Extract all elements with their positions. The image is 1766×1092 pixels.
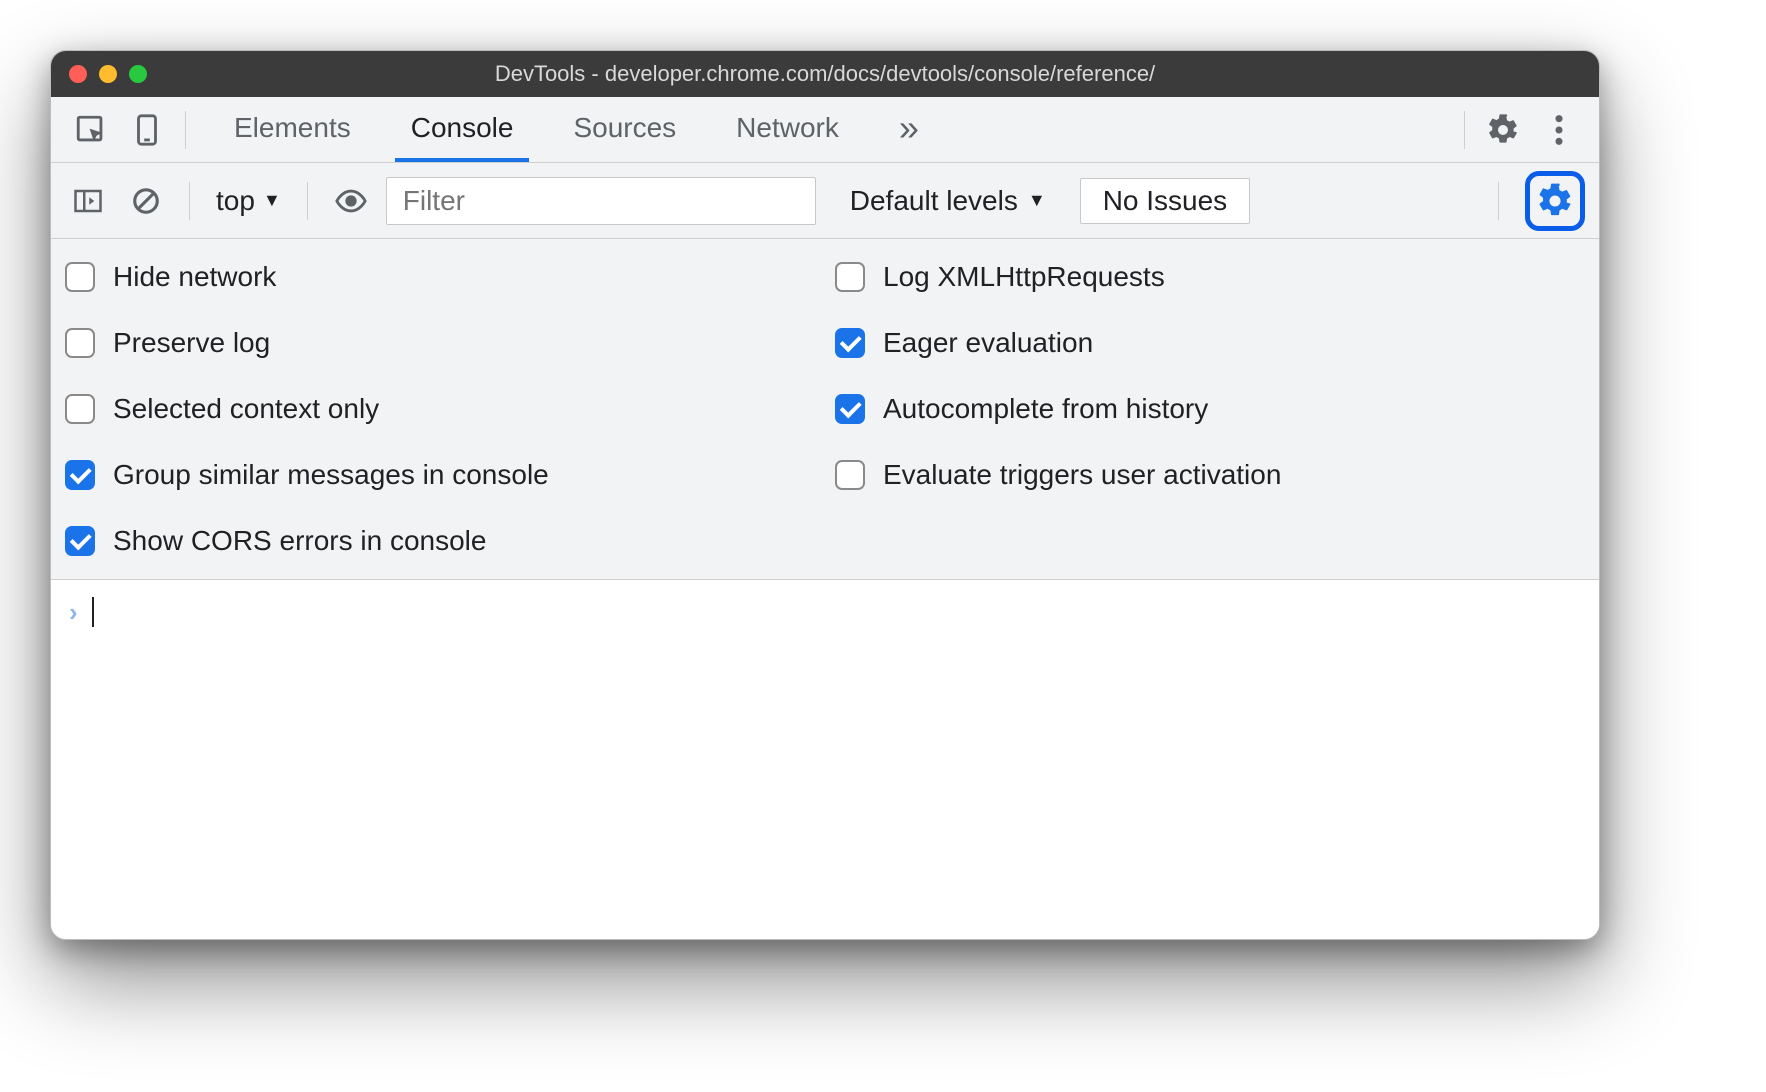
context-selector[interactable]: top ▼ — [210, 185, 287, 217]
setting-label: Group similar messages in console — [113, 459, 549, 491]
setting-show-cors[interactable]: Show CORS errors in console — [65, 525, 815, 557]
setting-label: Preserve log — [113, 327, 270, 359]
prompt-chevron-icon: › — [69, 597, 78, 628]
divider — [189, 182, 190, 220]
setting-evaluate-activation[interactable]: Evaluate triggers user activation — [835, 459, 1585, 491]
divider — [185, 111, 186, 149]
setting-log-xhr[interactable]: Log XMLHttpRequests — [835, 261, 1585, 293]
setting-preserve-log[interactable]: Preserve log — [65, 327, 815, 359]
chevron-down-icon: ▼ — [1028, 190, 1046, 211]
more-menu-icon[interactable] — [1533, 104, 1585, 156]
settings-gear-icon[interactable] — [1477, 104, 1529, 156]
tab-label: Sources — [573, 112, 676, 144]
setting-label: Autocomplete from history — [883, 393, 1208, 425]
inspect-element-icon[interactable] — [65, 104, 117, 156]
tab-sources[interactable]: Sources — [557, 97, 692, 162]
issues-label: No Issues — [1103, 185, 1228, 216]
checkbox[interactable] — [835, 460, 865, 490]
levels-label: Default levels — [850, 185, 1018, 217]
window-zoom-button[interactable] — [129, 65, 147, 83]
context-label: top — [216, 185, 255, 217]
more-tabs-button[interactable]: » — [883, 97, 935, 162]
checkbox[interactable] — [65, 526, 95, 556]
tab-label: Elements — [234, 112, 351, 144]
traffic-lights — [69, 65, 147, 83]
checkbox[interactable] — [835, 328, 865, 358]
setting-label: Show CORS errors in console — [113, 525, 486, 557]
chevron-down-icon: ▼ — [263, 190, 281, 211]
setting-label: Selected context only — [113, 393, 379, 425]
filter-input[interactable] — [386, 177, 816, 225]
main-tabs-row: Elements Console Sources Network » — [51, 97, 1599, 163]
devtools-window: DevTools - developer.chrome.com/docs/dev… — [50, 50, 1600, 940]
setting-selected-context[interactable]: Selected context only — [65, 393, 815, 425]
checkbox[interactable] — [65, 394, 95, 424]
console-body: › — [51, 580, 1599, 939]
console-settings-panel: Hide network Log XMLHttpRequests Preserv… — [51, 239, 1599, 580]
checkbox[interactable] — [835, 394, 865, 424]
divider — [307, 182, 308, 220]
console-settings-button[interactable] — [1525, 171, 1585, 231]
tab-label: Network — [736, 112, 839, 144]
tab-list: Elements Console Sources Network » — [218, 97, 935, 162]
setting-label: Evaluate triggers user activation — [883, 459, 1281, 491]
tab-console[interactable]: Console — [395, 97, 530, 162]
text-cursor — [92, 597, 94, 627]
setting-label: Hide network — [113, 261, 276, 293]
checkbox[interactable] — [835, 262, 865, 292]
log-levels-selector[interactable]: Default levels ▼ — [850, 185, 1046, 217]
setting-autocomplete-history[interactable]: Autocomplete from history — [835, 393, 1585, 425]
checkbox[interactable] — [65, 460, 95, 490]
setting-hide-network[interactable]: Hide network — [65, 261, 815, 293]
setting-eager-evaluation[interactable]: Eager evaluation — [835, 327, 1585, 359]
window-close-button[interactable] — [69, 65, 87, 83]
toggle-device-toolbar-icon[interactable] — [121, 104, 173, 156]
clear-console-icon[interactable] — [123, 178, 169, 224]
titlebar: DevTools - developer.chrome.com/docs/dev… — [51, 51, 1599, 97]
divider — [1464, 111, 1465, 149]
window-title: DevTools - developer.chrome.com/docs/dev… — [495, 61, 1155, 87]
setting-label: Eager evaluation — [883, 327, 1093, 359]
issues-button[interactable]: No Issues — [1080, 178, 1251, 224]
window-minimize-button[interactable] — [99, 65, 117, 83]
console-prompt[interactable]: › — [69, 594, 1581, 630]
setting-label: Log XMLHttpRequests — [883, 261, 1165, 293]
divider — [1498, 182, 1499, 220]
checkbox[interactable] — [65, 328, 95, 358]
console-toolbar: top ▼ Default levels ▼ No Issues — [51, 163, 1599, 239]
tab-network[interactable]: Network — [720, 97, 855, 162]
checkbox[interactable] — [65, 262, 95, 292]
setting-group-similar[interactable]: Group similar messages in console — [65, 459, 815, 491]
live-expression-eye-icon[interactable] — [328, 178, 374, 224]
toggle-sidebar-icon[interactable] — [65, 178, 111, 224]
tab-elements[interactable]: Elements — [218, 97, 367, 162]
tab-label: Console — [411, 112, 514, 144]
